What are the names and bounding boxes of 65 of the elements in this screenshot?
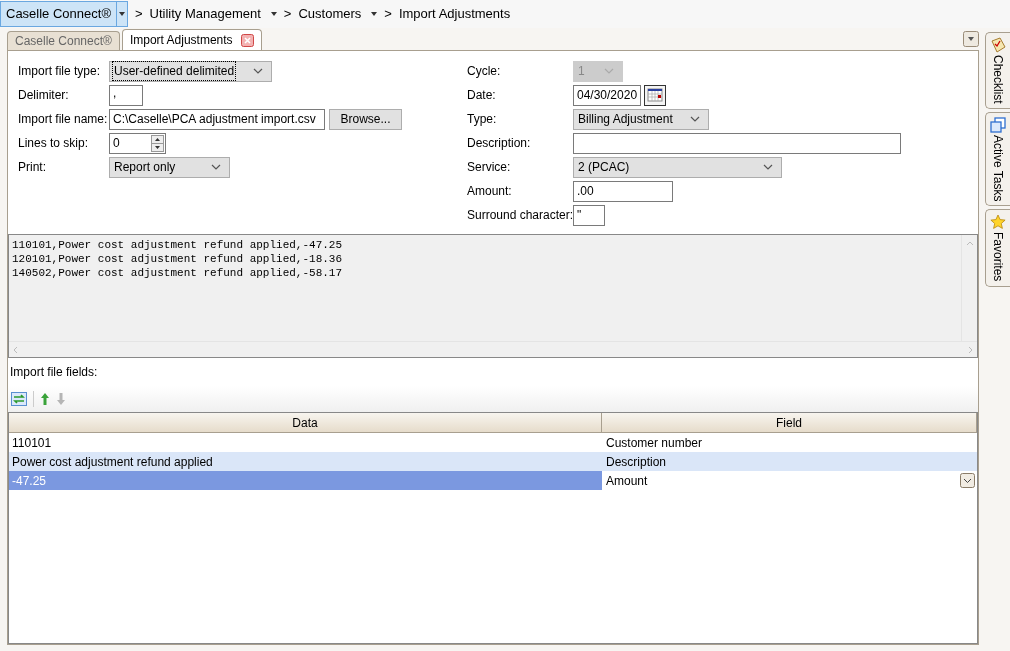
- field-label: Surround character:: [467, 207, 573, 224]
- text-field[interactable]: .00: [573, 180, 673, 202]
- breadcrumb-link[interactable]: Import Adjustments: [398, 4, 511, 24]
- breadcrumb-link[interactable]: Customers: [298, 4, 362, 24]
- chevron-down-icon: [690, 116, 700, 122]
- table-cell[interactable]: Amount: [606, 471, 648, 490]
- preview-line: 140502,Power cost adjustment refund applied,-58.17: [12, 266, 344, 280]
- table-cell[interactable]: 110101: [9, 433, 602, 452]
- tab[interactable]: Import Adjustments: [121, 29, 262, 50]
- text-field[interactable]: ,: [109, 84, 143, 106]
- field-label: Print:: [18, 159, 47, 176]
- field-label: Description:: [467, 135, 532, 152]
- table-cell[interactable]: Customer number: [606, 433, 703, 452]
- arrow-up-icon[interactable]: [40, 392, 50, 406]
- spin-arrows-icon[interactable]: [151, 134, 164, 152]
- star-icon: [990, 214, 1006, 231]
- tab[interactable]: Caselle Connect®: [7, 31, 120, 50]
- text-field[interactable]: ": [573, 204, 605, 226]
- breadcrumb-separator: >: [282, 5, 293, 24]
- caret-icon[interactable]: [371, 12, 378, 16]
- clipboard-icon: [990, 37, 1006, 53]
- column-header[interactable]: Field: [602, 413, 977, 433]
- caret-icon[interactable]: [118, 12, 125, 16]
- side-tab[interactable]: Active Tasks: [985, 111, 1010, 207]
- chevron-down-icon: [763, 164, 773, 170]
- field-label: Delimiter:: [18, 87, 70, 104]
- file-path-field[interactable]: C:\Caselle\PCA adjustment import.csv: [109, 108, 325, 130]
- preview-line: 110101,Power cost adjustment refund applied,-47.25: [12, 238, 344, 252]
- field-label: Cycle:: [467, 63, 502, 80]
- text-field[interactable]: [573, 132, 901, 154]
- close-icon[interactable]: [240, 33, 254, 47]
- breadcrumb-link[interactable]: Utility Management: [149, 4, 261, 24]
- side-tab[interactable]: Favorites: [985, 209, 1010, 287]
- breadcrumb-separator: >: [383, 5, 393, 24]
- chevron-down-icon: [604, 68, 614, 74]
- field-label: Import file type:: [18, 63, 102, 80]
- side-tab[interactable]: Checklist: [985, 32, 1010, 109]
- section-label: Import file fields:: [10, 364, 98, 381]
- table-cell[interactable]: Power cost adjustment refund applied: [9, 452, 602, 471]
- home-breadcrumb-button[interactable]: Caselle Connect®: [0, 1, 128, 27]
- dropdown-select[interactable]: User-defined delimited: [109, 60, 272, 82]
- field-label: Date:: [467, 87, 497, 104]
- spin-field[interactable]: 0: [109, 132, 166, 154]
- calendar-icon[interactable]: [644, 84, 666, 106]
- date-field[interactable]: 04/30/2020: [573, 84, 641, 106]
- chevron-down-icon: [253, 68, 263, 74]
- field-label: Service:: [467, 159, 512, 176]
- field-label: Import file name:: [18, 111, 109, 128]
- field-label: Lines to skip:: [18, 135, 90, 152]
- column-header[interactable]: Data: [9, 413, 602, 433]
- field-label: Type:: [467, 111, 498, 128]
- dropdown-select[interactable]: Billing Adjustment: [573, 108, 709, 130]
- field-label: Amount:: [467, 183, 513, 200]
- windows-icon: [990, 116, 1006, 133]
- chevron-down-icon[interactable]: [960, 473, 975, 488]
- table-cell[interactable]: Description: [606, 452, 667, 471]
- caret-icon[interactable]: [270, 12, 277, 16]
- dropdown-icon[interactable]: [963, 31, 979, 47]
- dropdown-select[interactable]: 2 (PCAC): [573, 156, 782, 178]
- preview-line: 120101,Power cost adjustment refund applied,-18.36: [12, 252, 344, 266]
- dropdown-select[interactable]: Report only: [109, 156, 230, 178]
- chevron-down-icon: [211, 164, 221, 170]
- browse-button[interactable]: Browse...: [329, 108, 402, 130]
- swap-icon[interactable]: [11, 392, 27, 406]
- breadcrumb-separator: >: [133, 5, 144, 24]
